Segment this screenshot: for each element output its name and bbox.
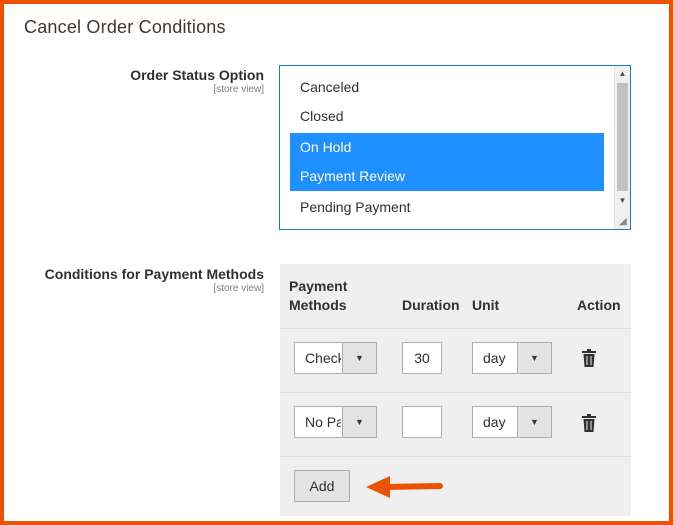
header-action: Action	[577, 297, 621, 313]
payment-conditions-scope: [store view]	[213, 283, 264, 294]
option-pending-payment[interactable]: Pending Payment	[290, 193, 604, 222]
duration-input[interactable]	[402, 406, 442, 438]
payment-method-select[interactable]: Check / Money order ▼	[294, 342, 377, 374]
order-status-multiselect[interactable]: Canceled Closed On Hold Payment Review P…	[279, 65, 631, 230]
trash-icon[interactable]	[582, 414, 596, 432]
unit-value: day	[483, 414, 506, 430]
option-closed[interactable]: Closed	[290, 102, 604, 131]
table-divider	[280, 456, 631, 457]
payment-conditions-label: Conditions for Payment Methods	[44, 266, 264, 282]
header-unit: Unit	[472, 297, 500, 313]
scrollbar-thumb[interactable]	[617, 83, 628, 191]
unit-select[interactable]: day ▼	[472, 342, 552, 374]
option-canceled[interactable]: Canceled	[290, 73, 604, 102]
chevron-down-icon[interactable]: ▼	[517, 343, 551, 373]
table-divider	[280, 328, 631, 329]
option-on-hold[interactable]: On Hold	[290, 133, 604, 162]
chevron-down-icon[interactable]: ▼	[342, 343, 376, 373]
header-payment-line1: Payment	[289, 278, 348, 294]
payment-method-value: No Payment Information Required	[305, 414, 341, 430]
unit-value: day	[483, 350, 506, 366]
table-divider	[280, 392, 631, 393]
order-status-label: Order Status Option	[130, 67, 264, 83]
scroll-up-icon[interactable]: ▲	[615, 66, 630, 82]
section-title: Cancel Order Conditions	[24, 17, 226, 37]
pointer-arrow-icon	[366, 476, 443, 498]
chevron-down-icon[interactable]: ▼	[517, 407, 551, 437]
duration-input[interactable]: 30	[402, 342, 442, 374]
header-payment-line2: Methods	[289, 297, 347, 313]
chevron-down-icon[interactable]: ▼	[342, 407, 376, 437]
trash-icon[interactable]	[582, 349, 596, 367]
scroll-down-icon[interactable]: ▼	[615, 193, 630, 209]
header-duration: Duration	[402, 297, 460, 313]
option-payment-review[interactable]: Payment Review	[290, 162, 604, 191]
header-payment-methods: Payment Methods	[289, 277, 347, 315]
multiselect-scrollbar[interactable]: ▲ ▼	[614, 66, 630, 229]
unit-select[interactable]: day ▼	[472, 406, 552, 438]
add-button[interactable]: Add	[294, 470, 350, 502]
payment-method-select[interactable]: No Payment Information Required ▼	[294, 406, 377, 438]
payment-conditions-table: Payment Methods Duration Unit Action Che…	[280, 264, 631, 516]
payment-method-value: Check / Money order	[305, 350, 341, 366]
resize-grip-icon[interactable]: ◢	[617, 216, 629, 228]
order-status-scope: [store view]	[213, 84, 264, 95]
